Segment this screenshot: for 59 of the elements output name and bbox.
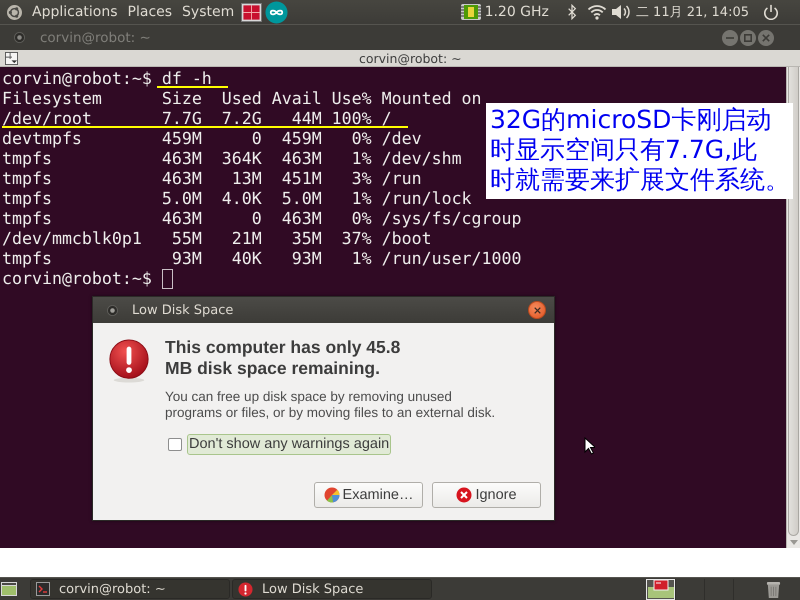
terminal-output-line: tmpfs 463M 0 463M 0% /sys/fs/cgroup <box>2 209 522 229</box>
terminal-output-line: tmpfs 463M 364K 463M 1% /dev/shm <box>2 149 462 169</box>
cancel-icon <box>456 487 472 503</box>
close-button[interactable] <box>758 30 774 46</box>
close-icon <box>762 34 770 42</box>
error-icon <box>107 339 151 383</box>
alert-icon <box>238 582 253 596</box>
grid-menu-icon[interactable] <box>5 52 18 64</box>
volume-icon[interactable] <box>610 3 631 21</box>
terminal-output-line: tmpfs 5.0M 4.0K 5.0M 1% /run/lock <box>2 189 472 209</box>
dialog-title: Low Disk Space <box>132 302 234 318</box>
dialog-message: You can free up disk space by removing unused programs or files, or by moving files to an external disk. <box>165 389 496 421</box>
terminal-output-line: /dev/mmcblk0p1 55M 21M 35M 37% /boot <box>2 229 432 249</box>
checkbox-label[interactable]: Don't show any warnings again <box>187 434 392 455</box>
window-grid-icon[interactable] <box>241 2 262 22</box>
mouse-pointer-icon <box>584 437 595 455</box>
annotation-line: 时显示空间只有7.7G,此 <box>490 135 758 165</box>
annotation-line: 时就需要来扩展文件系统。 <box>490 165 791 195</box>
terminal-output-line: /dev/root 7.7G 7.2G 44M 100% / <box>2 109 392 129</box>
terminal-prompt: corvin@robot:~$ <box>2 69 152 89</box>
dialog-heading: This computer has only 45.8 MB disk space remaining. <box>165 337 400 379</box>
trash-icon[interactable] <box>766 580 781 598</box>
close-button[interactable] <box>528 301 546 319</box>
menu-item[interactable]: Places <box>128 4 172 20</box>
close-icon <box>534 306 540 314</box>
cpu-frequency[interactable]: 1.20 GHz <box>484 4 549 20</box>
menu-item[interactable]: Applications <box>32 4 118 20</box>
show-desktop-icon[interactable] <box>1 581 17 597</box>
taskbar-button[interactable]: corvin@robot: ~ <box>30 579 230 599</box>
chip-icon[interactable] <box>460 1 482 23</box>
terminal-output-line: tmpfs 93M 40K 93M 1% /run/user/1000 <box>2 249 522 269</box>
bluetooth-icon[interactable] <box>566 4 577 20</box>
pie-chart-icon <box>324 487 340 503</box>
menu-logo-icon[interactable] <box>7 4 22 20</box>
terminal-icon <box>36 582 50 596</box>
scrollbar-thumb[interactable] <box>788 67 799 536</box>
wifi-icon[interactable] <box>586 4 607 20</box>
window-dot-icon <box>14 32 25 43</box>
maximize-button[interactable] <box>740 30 756 46</box>
terminal-output-line: tmpfs 463M 13M 451M 3% /run <box>2 169 422 189</box>
maximize-icon <box>744 34 752 42</box>
taskbar-button[interactable]: Low Disk Space <box>232 579 432 599</box>
power-icon[interactable] <box>763 4 779 20</box>
minimize-button[interactable] <box>722 30 738 46</box>
terminal-command: df -h <box>162 69 212 89</box>
menu-item[interactable]: System <box>182 4 234 20</box>
window-dot-icon <box>107 304 118 316</box>
window-title: corvin@robot: ~ <box>40 30 151 46</box>
terminal-prompt: corvin@robot:~$ <box>2 269 152 289</box>
annotation-line: 32G的microSD卡刚启动 <box>490 105 772 135</box>
clock[interactable]: 二 11月 21, 14:05 <box>636 3 749 21</box>
terminal-title: corvin@robot: ~ <box>359 50 462 66</box>
terminal-output-line: Filesystem Size Used Avail Use% Mounted on <box>2 89 482 109</box>
scrollbar-track[interactable] <box>786 67 800 548</box>
checkbox[interactable] <box>168 438 182 451</box>
terminal-output-line: devtmpfs 459M 0 459M 0% /dev <box>2 129 422 149</box>
infinity-icon[interactable] <box>265 0 288 24</box>
dialog-button[interactable]: Examine… <box>314 482 423 508</box>
dialog-button[interactable]: Ignore <box>432 482 541 508</box>
